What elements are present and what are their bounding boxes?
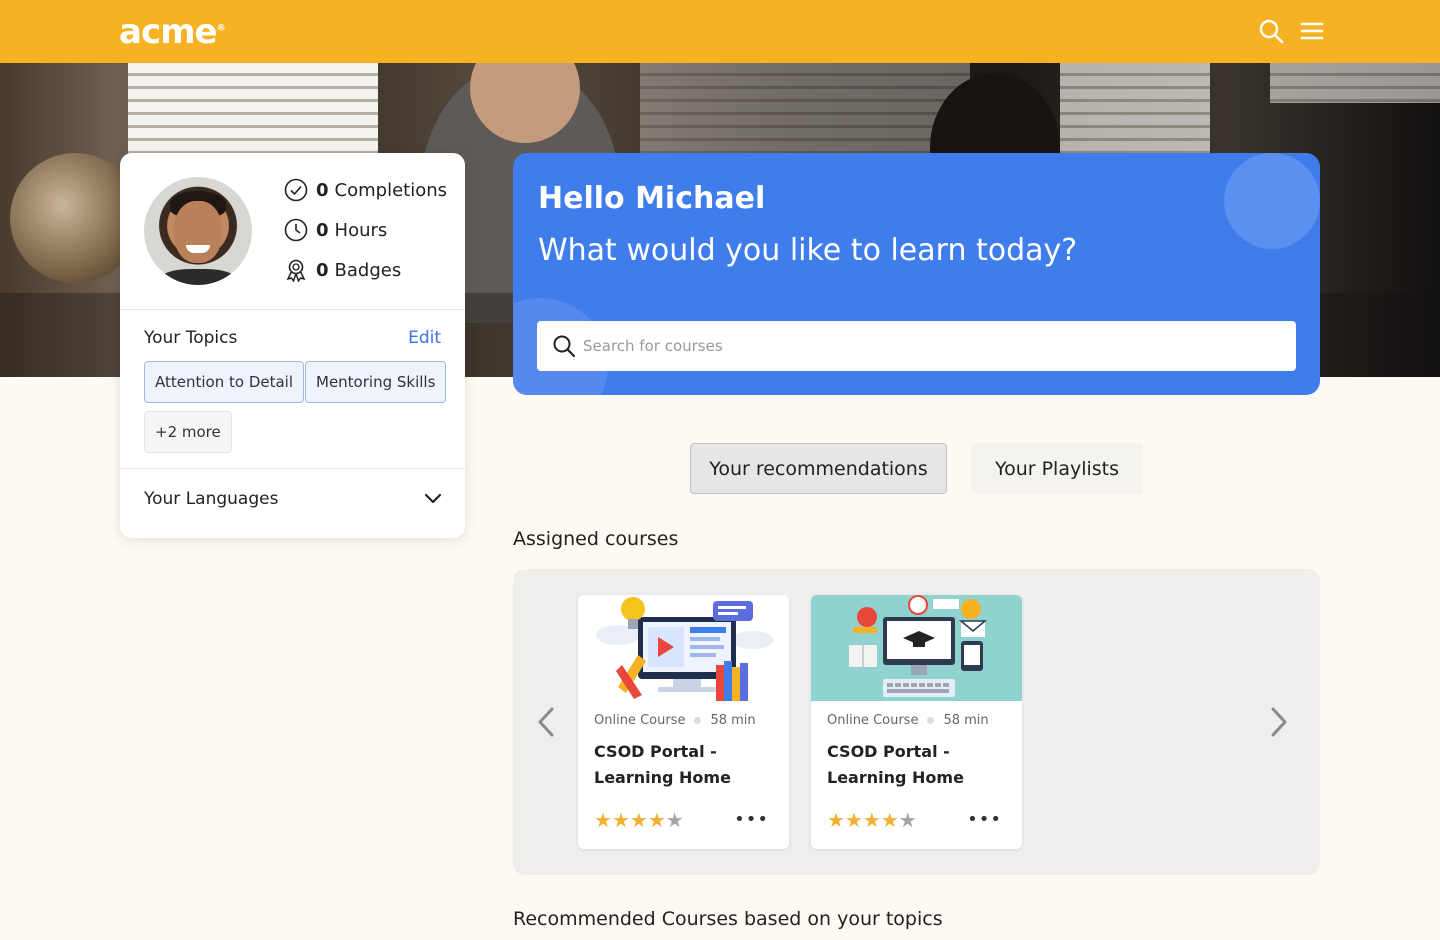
search-icon — [553, 335, 576, 358]
topic-chip[interactable]: Attention to Detail — [144, 361, 305, 403]
check-circle-icon — [284, 178, 308, 202]
course-search-box[interactable] — [537, 321, 1296, 371]
star-icon: ★ — [898, 808, 917, 832]
course-title: CSOD Portal - Learning Home — [594, 742, 731, 787]
more-topics-chip[interactable]: +2 more — [144, 411, 232, 453]
tab-recommendations[interactable]: Your recommendations — [690, 443, 947, 494]
search-icon[interactable] — [1258, 18, 1284, 44]
badge-icon — [286, 259, 306, 282]
course-thumbnail-image — [811, 595, 1022, 701]
star-icon: ★ — [844, 808, 863, 832]
star-icon: ★ — [862, 808, 881, 832]
course-card[interactable]: Online Course 58 min CSOD Portal - Learni… — [578, 595, 789, 849]
more-options-icon[interactable]: ••• — [967, 809, 1002, 830]
chevron-down-icon — [424, 493, 442, 504]
more-options-icon[interactable]: ••• — [734, 809, 769, 830]
chevron-left-icon[interactable] — [534, 705, 558, 739]
topic-chip[interactable]: Mentoring Skills — [305, 361, 447, 403]
star-icon: ★ — [665, 808, 684, 832]
completions-stat: 0 Completions — [284, 177, 447, 203]
course-thumbnail-image — [578, 595, 789, 701]
course-title: CSOD Portal - Learning Home — [827, 742, 964, 787]
clock-icon — [284, 218, 308, 242]
course-meta: Online Course 58 min — [594, 713, 756, 728]
course-search-input[interactable] — [583, 321, 1283, 371]
menu-icon[interactable] — [1299, 18, 1325, 44]
course-meta: Online Course 58 min — [827, 713, 989, 728]
welcome-card: Hello Michael What would you like to lea… — [513, 153, 1320, 395]
badges-stat: 0 Badges — [284, 257, 401, 283]
star-rating: ★ ★ ★ ★ ★ — [594, 809, 684, 831]
greeting: Hello Michael — [538, 181, 766, 216]
top-bar: acme® — [0, 0, 1440, 63]
star-icon: ★ — [647, 808, 666, 832]
acme-logo[interactable]: acme® — [119, 12, 226, 52]
star-rating: ★ ★ ★ ★ ★ — [827, 809, 917, 831]
hours-stat: 0 Hours — [284, 217, 387, 243]
avatar[interactable] — [144, 177, 252, 285]
languages-label: Your Languages — [144, 489, 279, 509]
tab-playlists[interactable]: Your Playlists — [971, 443, 1143, 494]
course-card[interactable]: Online Course 58 min CSOD Portal - Learni… — [811, 595, 1022, 849]
learn-prompt: What would you like to learn today? — [538, 233, 1078, 268]
star-icon: ★ — [629, 808, 648, 832]
assigned-courses-carousel: Online Course 58 min CSOD Portal - Learni… — [513, 569, 1320, 875]
star-icon: ★ — [594, 808, 612, 832]
divider — [120, 309, 465, 310]
languages-dropdown[interactable]: Your Languages — [120, 469, 465, 529]
topics-title: Your Topics — [144, 328, 238, 348]
recommended-courses-title: Recommended Courses based on your topics — [513, 908, 943, 930]
star-icon: ★ — [880, 808, 899, 832]
profile-card: 0 Completions 0 Hours 0 Badges Your Topics … — [120, 153, 465, 538]
edit-topics-link[interactable]: Edit — [408, 328, 441, 348]
assigned-courses-title: Assigned courses — [513, 528, 679, 550]
chevron-right-icon[interactable] — [1267, 705, 1291, 739]
star-icon: ★ — [827, 808, 845, 832]
star-icon: ★ — [611, 808, 630, 832]
